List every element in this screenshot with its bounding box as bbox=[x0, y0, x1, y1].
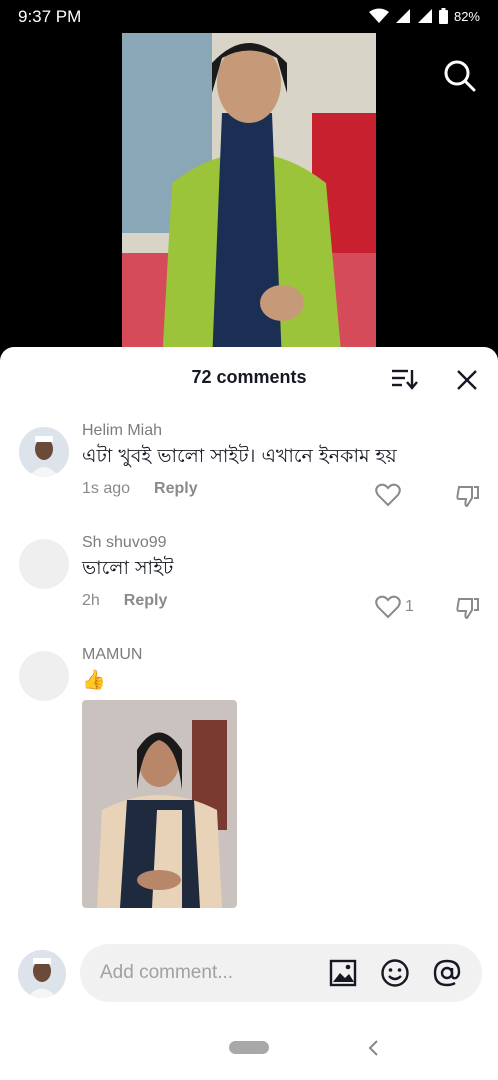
status-time: 9:37 PM bbox=[18, 7, 82, 26]
home-pill[interactable] bbox=[229, 1041, 269, 1054]
emoji-icon[interactable] bbox=[380, 958, 410, 988]
comment-text: এটা খুবই ভালো সাইট। এখানে ইনকাম হয় bbox=[82, 445, 397, 467]
reply-button[interactable]: Reply bbox=[154, 480, 198, 498]
system-nav-bar bbox=[0, 1010, 498, 1080]
back-icon[interactable] bbox=[366, 1038, 380, 1058]
avatar[interactable] bbox=[19, 539, 69, 589]
comment-input[interactable]: Add comment... bbox=[80, 944, 482, 1002]
like-count: 1 bbox=[405, 598, 414, 615]
comment-composer: Add comment... bbox=[0, 942, 498, 1004]
dislike-icon[interactable] bbox=[456, 596, 480, 620]
my-avatar[interactable] bbox=[18, 950, 66, 998]
comment-item: MAMUN 👍 bbox=[0, 633, 498, 908]
signal-icon-2 bbox=[417, 9, 432, 23]
comment-list[interactable]: Helim Miah এটা খুবই ভালো সাইট। এখানে ইনক… bbox=[0, 409, 498, 933]
heart-icon bbox=[375, 595, 401, 619]
comment-meta: 2h Reply bbox=[82, 592, 498, 610]
like-button[interactable]: 1 bbox=[375, 595, 414, 619]
comments-sheet: 72 comments Helim Miah এটা খুবই ভালো সাই… bbox=[0, 347, 498, 1080]
comment-count: 72 comments bbox=[191, 367, 307, 387]
like-button[interactable] bbox=[375, 483, 405, 507]
comment-time: 1s ago bbox=[82, 480, 131, 497]
battery-icon bbox=[438, 8, 448, 24]
comment-username[interactable]: Helim Miah bbox=[82, 421, 498, 441]
comment-input-placeholder: Add comment... bbox=[100, 962, 234, 983]
close-icon[interactable] bbox=[456, 369, 478, 391]
comments-header: 72 comments bbox=[0, 347, 498, 409]
comment-item: Sh shuvo99 ভালো সাইট 2h Reply 1 bbox=[0, 521, 498, 633]
status-icons: 82% bbox=[368, 8, 480, 24]
wifi-icon bbox=[368, 8, 389, 23]
comment-meta: 1s ago Reply bbox=[82, 480, 498, 498]
at-icon[interactable] bbox=[432, 958, 462, 988]
comment-username[interactable]: MAMUN bbox=[82, 645, 498, 665]
comment-text: 👍 bbox=[82, 669, 106, 691]
comment-time: 2h bbox=[82, 592, 100, 609]
signal-icon bbox=[395, 9, 410, 23]
comment-text: ভালো সাইট bbox=[82, 557, 174, 579]
reply-button[interactable]: Reply bbox=[124, 592, 168, 610]
heart-icon bbox=[375, 483, 401, 507]
search-icon[interactable] bbox=[442, 58, 476, 92]
image-icon[interactable] bbox=[328, 958, 358, 988]
comment-image[interactable] bbox=[82, 700, 237, 908]
battery-level: 82% bbox=[453, 8, 480, 24]
status-bar: 9:37 PM 82% bbox=[0, 0, 498, 34]
comment-item: Helim Miah এটা খুবই ভালো সাইট। এখানে ইনক… bbox=[0, 409, 498, 521]
comment-username[interactable]: Sh shuvo99 bbox=[82, 533, 498, 553]
avatar[interactable] bbox=[19, 651, 69, 701]
video-preview[interactable] bbox=[122, 33, 376, 363]
dislike-icon[interactable] bbox=[456, 484, 480, 508]
sort-icon[interactable] bbox=[390, 367, 418, 391]
avatar[interactable] bbox=[19, 427, 69, 477]
